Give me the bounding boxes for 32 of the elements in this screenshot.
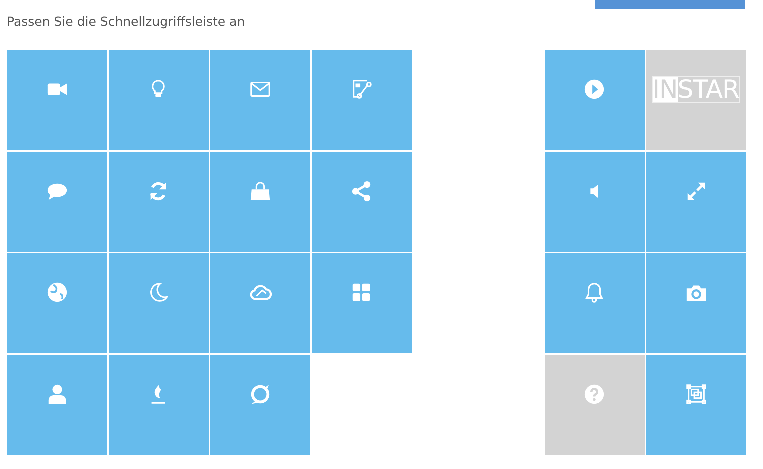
ring-icon <box>248 382 272 406</box>
shortcut-tile[interactable] <box>210 354 310 454</box>
shortcut-tile[interactable] <box>544 152 644 252</box>
shortcut-tile[interactable] <box>210 50 310 150</box>
shortcut-tile[interactable] <box>210 152 310 252</box>
shortcut-tile[interactable] <box>7 50 107 150</box>
shortcut-tile[interactable] <box>7 354 107 454</box>
frame-select-icon <box>684 382 708 406</box>
shortcut-tile[interactable] <box>7 253 107 353</box>
shortcut-tile[interactable] <box>108 253 208 353</box>
play-icon <box>583 78 606 101</box>
shortcut-tile[interactable] <box>7 152 107 252</box>
share-icon <box>350 180 373 202</box>
globe-icon <box>46 281 68 304</box>
heading: Passen Sie die Schnellzugriffsleiste an <box>7 14 246 29</box>
shortcut-tile[interactable] <box>210 253 310 353</box>
shortcut-tile[interactable] <box>312 253 412 353</box>
help-icon <box>583 382 606 406</box>
switch-diagram-icon <box>350 78 373 101</box>
shortcut-tile[interactable] <box>544 50 644 150</box>
shortcut-tile[interactable] <box>646 152 746 252</box>
shortcut-tile[interactable] <box>108 50 208 150</box>
shortcut-tile[interactable] <box>312 152 412 252</box>
bell-icon <box>583 281 606 304</box>
shortcut-tile[interactable] <box>108 354 208 454</box>
shortcut-tile[interactable] <box>646 354 746 454</box>
shopping-bag-icon <box>248 180 272 202</box>
shortcut-tile[interactable] <box>312 50 412 150</box>
shortcut-tile[interactable] <box>544 253 644 353</box>
shortcut-tile[interactable] <box>646 253 746 353</box>
shortcut-tile[interactable] <box>108 152 208 252</box>
grid-icon <box>350 281 373 304</box>
